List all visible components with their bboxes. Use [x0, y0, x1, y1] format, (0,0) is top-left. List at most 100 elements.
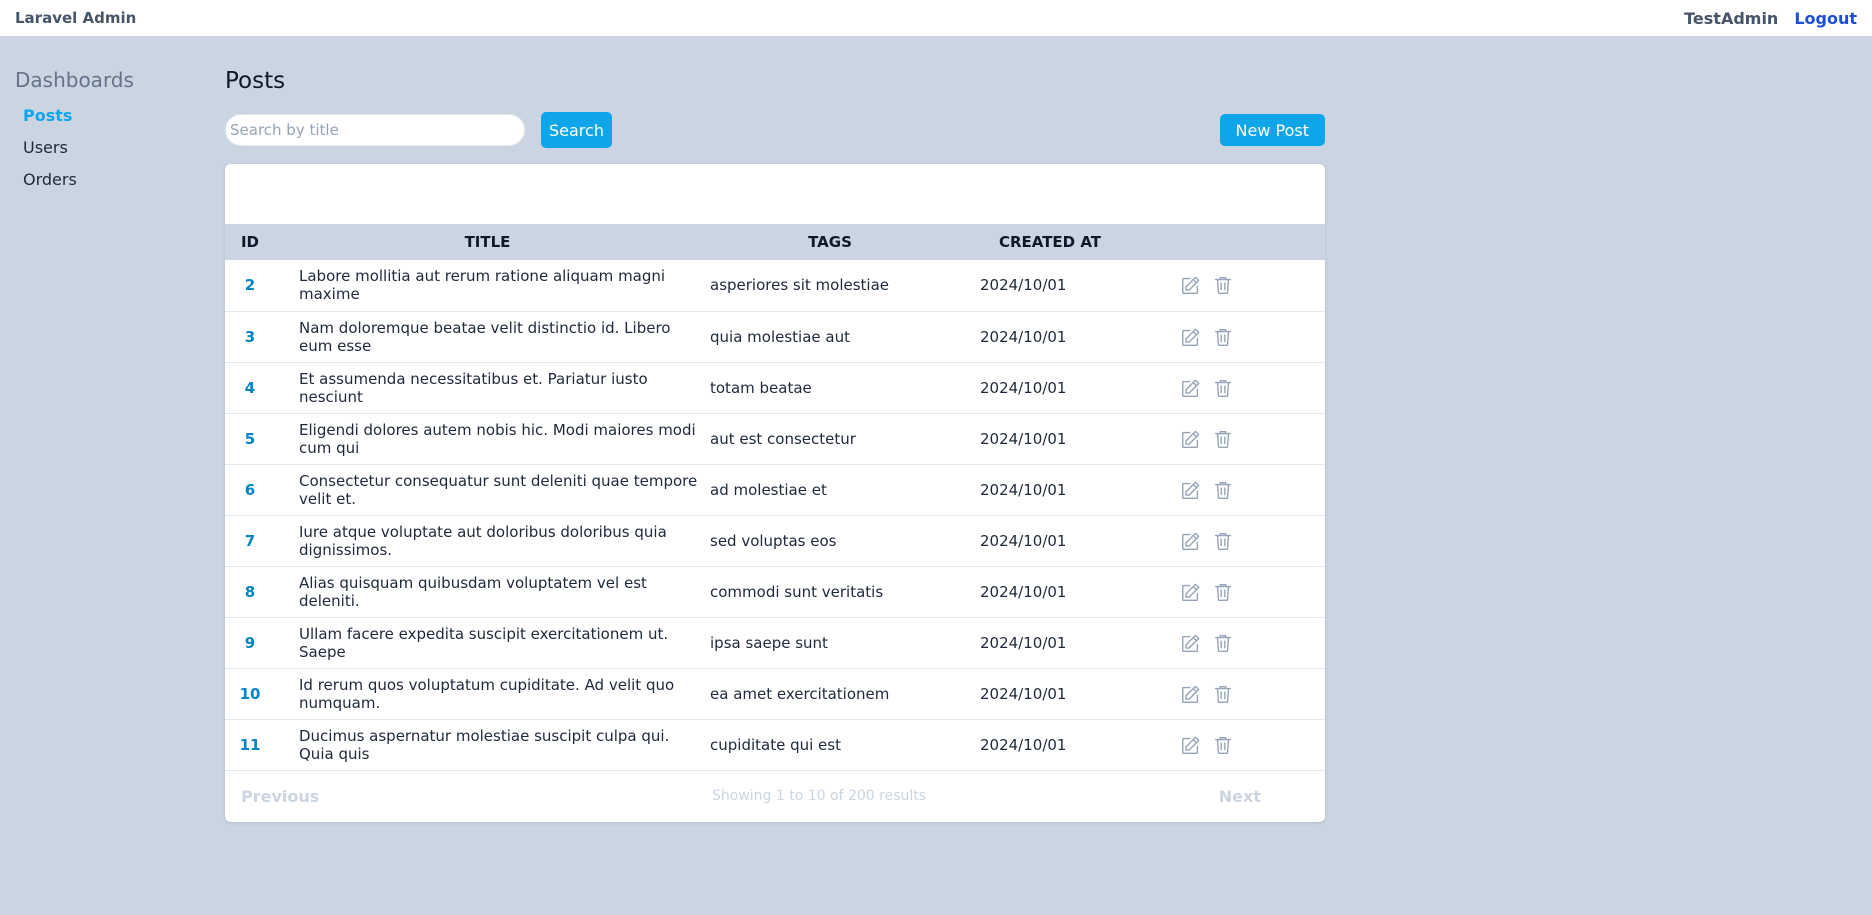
trash-icon[interactable]: [1212, 428, 1234, 450]
trash-icon[interactable]: [1212, 734, 1234, 756]
post-title: Id rerum quos voluptatum cupiditate. Ad …: [299, 675, 675, 712]
post-tags: totam beatae: [710, 378, 812, 397]
table-row: 3 Nam doloremque beatae velit distinctio …: [225, 311, 1325, 362]
brand-logo[interactable]: Laravel Admin: [15, 9, 136, 27]
table-row: 10 Id rerum quos voluptatum cupiditate. A…: [225, 668, 1325, 719]
trash-icon[interactable]: [1212, 632, 1234, 654]
edit-icon[interactable]: [1180, 428, 1202, 450]
search-button[interactable]: Search: [541, 112, 612, 148]
edit-icon[interactable]: [1180, 274, 1202, 296]
post-id-link[interactable]: 8: [225, 566, 275, 617]
trash-icon[interactable]: [1212, 377, 1234, 399]
post-id-link[interactable]: 2: [225, 260, 275, 311]
edit-icon[interactable]: [1180, 683, 1202, 705]
posts-table: ID TITLE TAGS CREATED AT 2 Labore molliti…: [225, 224, 1325, 771]
column-header-id[interactable]: ID: [225, 224, 275, 260]
post-tags: ipsa saepe sunt: [710, 633, 828, 652]
sidebar-item-posts[interactable]: Posts: [15, 100, 195, 132]
pagination-info: Showing 1 to 10 of 200 results: [712, 788, 927, 804]
table-row: 6 Consectetur consequatur sunt deleniti q…: [225, 464, 1325, 515]
post-title: Iure atque voluptate aut doloribus dolor…: [299, 522, 667, 559]
edit-icon[interactable]: [1180, 377, 1202, 399]
column-header-title[interactable]: TITLE: [275, 224, 700, 260]
sidebar-item-orders[interactable]: Orders: [15, 164, 195, 196]
post-title: Ullam facere expedita suscipit exercitat…: [299, 624, 669, 661]
post-title: Labore mollitia aut rerum ratione aliqua…: [299, 267, 666, 304]
post-id-link[interactable]: 10: [225, 668, 275, 719]
next-page-button[interactable]: Next: [1219, 787, 1261, 806]
post-title: Consectetur consequatur sunt deleniti qu…: [299, 471, 698, 508]
row-actions: [1140, 260, 1325, 311]
post-created-at: 2024/10/01: [980, 276, 1067, 295]
post-title: Alias quisquam quibusdam voluptatem vel …: [299, 573, 647, 610]
edit-icon[interactable]: [1180, 530, 1202, 552]
table-header-row: ID TITLE TAGS CREATED AT: [225, 224, 1325, 260]
trash-icon[interactable]: [1212, 479, 1234, 501]
post-id-link[interactable]: 9: [225, 617, 275, 668]
post-title: Nam doloremque beatae velit distinctio i…: [299, 318, 671, 355]
pagination: Previous Showing 1 to 10 of 200 results …: [225, 771, 1325, 822]
edit-icon[interactable]: [1180, 632, 1202, 654]
post-id-link[interactable]: 7: [225, 515, 275, 566]
edit-icon[interactable]: [1180, 581, 1202, 603]
sidebar-item-users[interactable]: Users: [15, 132, 195, 164]
post-title: Et assumenda necessitatibus et. Pariatur…: [299, 369, 648, 406]
table-row: 9 Ullam facere expedita suscipit exercita…: [225, 617, 1325, 668]
trash-icon[interactable]: [1212, 274, 1234, 296]
post-id-link[interactable]: 4: [225, 362, 275, 413]
edit-icon[interactable]: [1180, 479, 1202, 501]
edit-icon[interactable]: [1180, 734, 1202, 756]
card-header-space: [225, 164, 1325, 224]
trash-icon[interactable]: [1212, 530, 1234, 552]
page-title: Posts: [225, 68, 286, 94]
post-created-at: 2024/10/01: [980, 378, 1067, 397]
current-user[interactable]: TestAdmin: [1684, 9, 1778, 28]
posts-table-card: ID TITLE TAGS CREATED AT 2 Labore molliti…: [225, 164, 1325, 822]
post-created-at: 2024/10/01: [980, 633, 1067, 652]
new-post-button[interactable]: New Post: [1219, 114, 1325, 146]
post-created-at: 2024/10/01: [980, 684, 1067, 703]
post-created-at: 2024/10/01: [980, 582, 1067, 601]
post-tags: commodi sunt veritatis: [710, 582, 884, 601]
post-id-link[interactable]: 3: [225, 311, 275, 362]
search-input[interactable]: [225, 114, 525, 146]
user-menu: TestAdmin Logout: [1684, 9, 1857, 28]
trash-icon[interactable]: [1212, 581, 1234, 603]
trash-icon[interactable]: [1212, 683, 1234, 705]
sidebar: Dashboards Posts Users Orders: [15, 68, 195, 196]
post-title: Ducimus aspernatur molestiae suscipit cu…: [299, 726, 670, 763]
post-created-at: 2024/10/01: [980, 429, 1067, 448]
trash-icon[interactable]: [1212, 326, 1234, 348]
toolbar: Search New Post: [225, 112, 1325, 148]
post-tags: sed voluptas eos: [710, 531, 837, 550]
row-actions: [1140, 566, 1325, 617]
row-actions: [1140, 413, 1325, 464]
row-actions: [1140, 311, 1325, 362]
post-tags: ea amet exercitationem: [710, 684, 890, 703]
post-id-link[interactable]: 6: [225, 464, 275, 515]
table-row: 5 Eligendi dolores autem nobis hic. Modi …: [225, 413, 1325, 464]
table-row: 11 Ducimus aspernatur molestiae suscipit …: [225, 719, 1325, 770]
post-created-at: 2024/10/01: [980, 327, 1067, 346]
column-header-tags[interactable]: TAGS: [700, 224, 960, 260]
edit-icon[interactable]: [1180, 326, 1202, 348]
row-actions: [1140, 668, 1325, 719]
post-title: Eligendi dolores autem nobis hic. Modi m…: [299, 420, 696, 457]
post-id-link[interactable]: 11: [225, 719, 275, 770]
row-actions: [1140, 464, 1325, 515]
column-header-created-at[interactable]: CREATED AT: [960, 224, 1140, 260]
column-header-actions: [1140, 224, 1325, 260]
table-body: 2 Labore mollitia aut rerum ratione aliqu…: [225, 260, 1325, 770]
logout-link[interactable]: Logout: [1794, 9, 1857, 28]
post-created-at: 2024/10/01: [980, 531, 1067, 550]
row-actions: [1140, 617, 1325, 668]
post-id-link[interactable]: 5: [225, 413, 275, 464]
row-actions: [1140, 362, 1325, 413]
post-tags: aut est consectetur: [710, 429, 856, 448]
row-actions: [1140, 515, 1325, 566]
previous-page-button[interactable]: Previous: [241, 787, 319, 806]
post-created-at: 2024/10/01: [980, 480, 1067, 499]
table-row: 7 Iure atque voluptate aut doloribus dolo…: [225, 515, 1325, 566]
top-bar: Laravel Admin TestAdmin Logout: [0, 0, 1872, 36]
post-tags: quia molestiae aut: [710, 327, 850, 346]
